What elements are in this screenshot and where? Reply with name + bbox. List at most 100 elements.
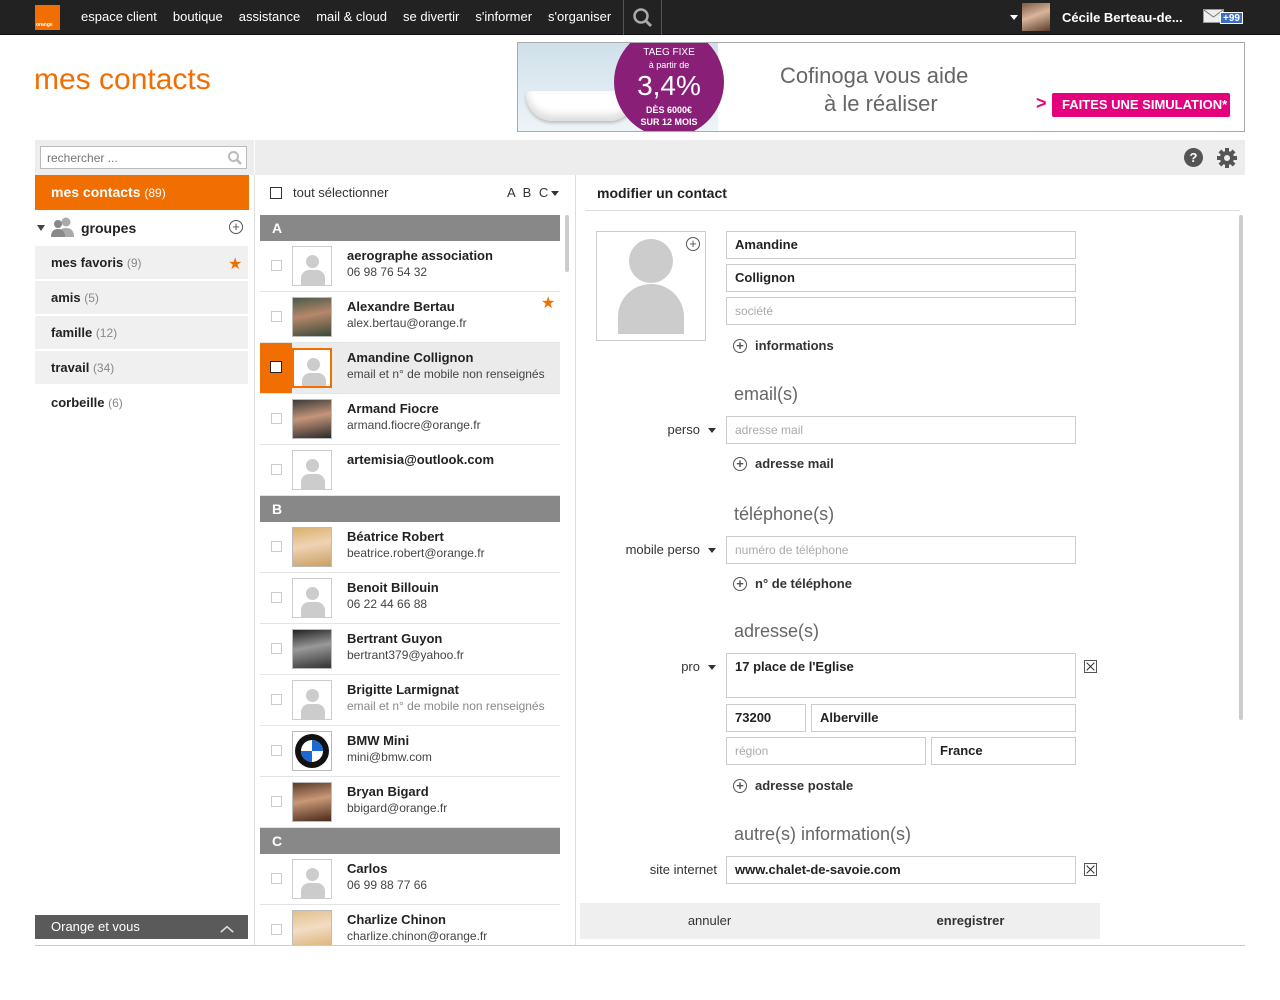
- add-group-icon[interactable]: +: [229, 220, 243, 234]
- city-field[interactable]: Alberville: [811, 704, 1076, 732]
- list-item[interactable]: aerographe association 06 98 76 54 32: [260, 241, 560, 292]
- remove-address-icon[interactable]: [1084, 660, 1097, 673]
- remove-website-icon[interactable]: [1084, 863, 1097, 876]
- add-photo-icon[interactable]: +: [686, 237, 700, 251]
- list-item[interactable]: artemisia@outlook.com: [260, 445, 560, 496]
- nav-s-organiser[interactable]: s'organiser: [540, 0, 619, 35]
- nav-s-informer[interactable]: s'informer: [467, 0, 540, 35]
- save-button[interactable]: enregistrer: [841, 903, 1100, 939]
- add-email-link[interactable]: + adresse mail: [733, 456, 834, 472]
- nav-espace-client[interactable]: espace client: [73, 0, 165, 35]
- cancel-button[interactable]: annuler: [580, 903, 839, 939]
- country-field[interactable]: France: [931, 737, 1076, 765]
- nav-se-divertir[interactable]: se divertir: [395, 0, 467, 35]
- contact-checkbox[interactable]: [271, 260, 282, 271]
- contact-checkbox[interactable]: [271, 311, 282, 322]
- sidebar-item-travail[interactable]: travail (34): [35, 351, 248, 384]
- groups-header[interactable]: groupes +: [35, 210, 249, 245]
- chevron-down-icon[interactable]: [708, 548, 716, 553]
- sidebar-item-amis[interactable]: amis (5): [35, 281, 248, 314]
- add-icon: +: [733, 576, 747, 591]
- divider: [585, 210, 1240, 211]
- gear-icon[interactable]: [1216, 147, 1238, 174]
- chevron-down-icon[interactable]: [708, 428, 716, 433]
- orange-logo[interactable]: orange: [35, 5, 60, 30]
- company-field[interactable]: société: [726, 297, 1076, 325]
- user-avatar[interactable]: [1022, 3, 1050, 31]
- photo-placeholder-body: [618, 284, 684, 334]
- list-item[interactable]: Carlos 06 99 88 77 66: [260, 854, 560, 905]
- postcode-field[interactable]: 73200: [726, 704, 806, 732]
- contact-checkbox[interactable]: [271, 796, 282, 807]
- sidebar-item-count: (9): [126, 256, 142, 270]
- chevron-up-icon[interactable]: [220, 922, 234, 936]
- contact-checkbox[interactable]: [271, 643, 282, 654]
- sort-dropdown[interactable]: A B C: [507, 185, 550, 200]
- sidebar-item-corbeille[interactable]: corbeille (6): [35, 386, 248, 419]
- contact-checkbox[interactable]: [271, 745, 282, 756]
- list-item[interactable]: BMW Mini mini@bmw.com: [260, 726, 560, 777]
- sidebar-item-count: (89): [144, 186, 166, 200]
- add-phone-link[interactable]: + n° de téléphone: [733, 576, 852, 592]
- caret-down-icon[interactable]: [37, 225, 45, 231]
- ad-rate-circle: TAEG FIXE à partir de 3,4% DÈS 6000€ SUR…: [614, 43, 724, 131]
- last-name-field[interactable]: Collignon: [726, 264, 1076, 292]
- email-type-select[interactable]: perso: [640, 422, 700, 437]
- ad-banner[interactable]: TAEG FIXE à partir de 3,4% DÈS 6000€ SUR…: [517, 42, 1245, 132]
- form-scrollbar[interactable]: [1239, 215, 1243, 720]
- contact-checkbox[interactable]: [271, 413, 282, 424]
- help-icon[interactable]: ?: [1184, 148, 1203, 167]
- email-field[interactable]: adresse mail: [726, 416, 1076, 444]
- list-item[interactable]: Bryan Bigard bbigard@orange.fr: [260, 777, 560, 828]
- contact-checkbox[interactable]: [271, 694, 282, 705]
- email-section-title: email(s): [734, 384, 799, 404]
- nav-assistance[interactable]: assistance: [231, 0, 308, 35]
- contact-checkbox[interactable]: [271, 592, 282, 603]
- address-type-select[interactable]: pro: [650, 659, 700, 674]
- contact-checkbox[interactable]: [271, 541, 282, 552]
- contact-checkbox[interactable]: [271, 873, 282, 884]
- chevron-down-icon[interactable]: [708, 665, 716, 670]
- contact-checkbox[interactable]: [271, 924, 282, 935]
- list-item[interactable]: Alexandre Bertau alex.bertau@orange.fr ★: [260, 292, 560, 343]
- search-icon[interactable]: [227, 150, 243, 171]
- sidebar-item-all-contacts[interactable]: mes contacts (89): [35, 175, 249, 210]
- mail-count-badge[interactable]: +99: [1220, 12, 1243, 24]
- sidebar-item-famille[interactable]: famille (12): [35, 316, 248, 349]
- nav-boutique[interactable]: boutique: [165, 0, 231, 35]
- ad-cta-button[interactable]: FAITES UNE SIMULATION*: [1052, 93, 1230, 117]
- chevron-down-icon[interactable]: [551, 191, 559, 196]
- add-informations-link[interactable]: + informations: [733, 338, 834, 354]
- list-item[interactable]: Béatrice Robert beatrice.robert@orange.f…: [260, 522, 560, 573]
- list-item[interactable]: Benoit Billouin 06 22 44 66 88: [260, 573, 560, 624]
- region-field[interactable]: région: [726, 737, 926, 765]
- select-all-label[interactable]: tout sélectionner: [293, 185, 388, 200]
- contact-checkbox[interactable]: [270, 361, 282, 373]
- list-item[interactable]: Charlize Chinon charlize.chinon@orange.f…: [260, 905, 560, 945]
- contact-photo[interactable]: +: [596, 231, 706, 341]
- phone-type-select[interactable]: mobile perso: [600, 542, 700, 557]
- orange-et-vous-panel[interactable]: Orange et vous: [35, 915, 248, 939]
- search-icon[interactable]: [623, 0, 662, 35]
- contact-checkbox[interactable]: [271, 464, 282, 475]
- list-item[interactable]: Brigitte Larmignat email et n° de mobile…: [260, 675, 560, 726]
- nav-mail-cloud[interactable]: mail & cloud: [308, 0, 395, 35]
- user-name[interactable]: Cécile Berteau-de...: [1062, 10, 1183, 25]
- website-field[interactable]: www.chalet-de-savoie.com: [726, 856, 1076, 884]
- star-icon[interactable]: ★: [541, 293, 555, 313]
- add-address-link[interactable]: + adresse postale: [733, 778, 853, 794]
- contact-name: Alexandre Bertau: [347, 299, 455, 314]
- list-item[interactable]: Armand Fiocre armand.fiocre@orange.fr: [260, 394, 560, 445]
- select-all-checkbox[interactable]: [270, 187, 282, 199]
- account-dropdown-icon[interactable]: [1010, 15, 1018, 20]
- avatar: [292, 399, 332, 439]
- list-item[interactable]: Bertrant Guyon bertrant379@yahoo.fr: [260, 624, 560, 675]
- search-input[interactable]: [41, 147, 221, 168]
- phone-field[interactable]: numéro de téléphone: [726, 536, 1076, 564]
- first-name-field[interactable]: Amandine: [726, 231, 1076, 259]
- street-field[interactable]: 17 place de l'Eglise: [726, 653, 1076, 698]
- list-scrollbar[interactable]: [565, 215, 569, 272]
- list-item[interactable]: Amandine Collignon email et n° de mobile…: [260, 343, 560, 394]
- sidebar-item-favoris[interactable]: mes favoris (9): [35, 246, 248, 279]
- contact-list: A aerographe association 06 98 76 54 32 …: [260, 215, 560, 945]
